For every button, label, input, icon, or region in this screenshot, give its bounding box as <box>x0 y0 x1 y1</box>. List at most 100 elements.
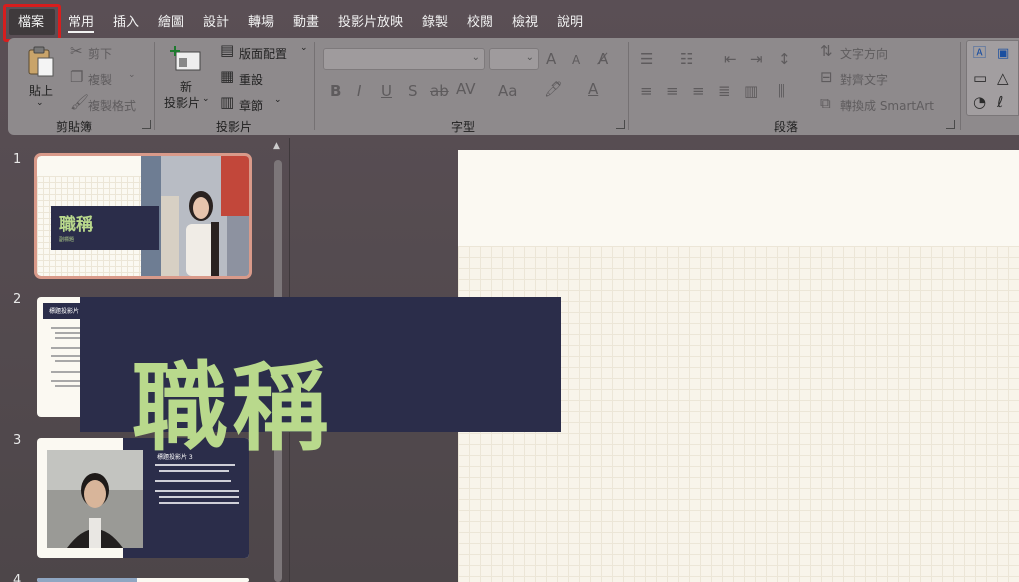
copy-label: 複製 <box>88 73 113 87</box>
bullet-text-line <box>155 490 239 492</box>
font-launcher-icon[interactable] <box>616 120 625 129</box>
tab-review[interactable]: 校閱 <box>467 11 493 30</box>
clear-format-icon[interactable]: A̸ <box>598 52 608 67</box>
font-name-combo[interactable]: ⌄ <box>323 48 485 70</box>
chevron-down-icon: ⌄ <box>471 52 480 63</box>
group-divider <box>314 42 315 130</box>
increase-indent-icon[interactable]: ⇥ <box>750 52 763 67</box>
layout-button[interactable]: ▤ 版面配置 ⌄ <box>220 42 310 62</box>
new-slide-label-line1: 新 <box>180 80 193 94</box>
slide-thumbnail-4[interactable] <box>37 578 249 582</box>
tab-animations[interactable]: 動畫 <box>293 11 319 30</box>
new-slide-dropdown-icon[interactable]: ⌄ <box>202 94 210 104</box>
thumb-subtitle: 副標題 <box>59 237 75 243</box>
scroll-up-arrow-icon[interactable]: ▲ <box>273 141 280 151</box>
text-direction-button[interactable]: ⇅ 文字方向 <box>820 42 930 62</box>
columns-icon[interactable]: ⫼ <box>778 84 785 99</box>
slide-title[interactable]: 職稱 <box>132 330 332 469</box>
clipboard-launcher-icon[interactable] <box>142 120 151 129</box>
numbering-icon[interactable]: ☷ <box>680 52 693 67</box>
section-dropdown-icon: ⌄ <box>274 95 282 105</box>
group-divider <box>154 42 155 130</box>
layout-label: 版面配置 <box>239 47 288 61</box>
slides-group-label: 投影片 <box>216 120 253 134</box>
tab-insert[interactable]: 插入 <box>113 11 139 30</box>
align-left-icon[interactable]: ≡ <box>640 84 653 99</box>
smartart-label: 轉換成 SmartArt <box>840 99 934 113</box>
smartart-icon: ⧉ <box>820 94 831 112</box>
tab-home[interactable]: 常用 <box>68 11 95 33</box>
slide-number: 3 <box>13 433 22 448</box>
bullets-icon[interactable]: ☰ <box>640 52 653 67</box>
photo-strip <box>37 578 137 582</box>
distributed-icon[interactable]: ▥ <box>744 84 758 99</box>
font-color-button[interactable]: A <box>588 82 598 97</box>
cut-label: 剪下 <box>88 47 113 61</box>
tab-transitions[interactable]: 轉場 <box>248 11 274 30</box>
align-text-label: 對齊文字 <box>840 73 889 87</box>
copy-button[interactable]: ❐ 複製 ⌄ <box>68 68 148 88</box>
callout-icon[interactable]: ◔ <box>973 95 986 110</box>
tab-slideshow[interactable]: 投影片放映 <box>338 11 403 30</box>
new-slide-button[interactable]: 新 投影片 ⌄ <box>162 42 212 112</box>
paragraph-launcher-icon[interactable] <box>946 120 955 129</box>
paste-label: 貼上 <box>29 84 54 98</box>
slide-number: 1 <box>13 152 22 167</box>
freeform-icon[interactable]: ℓ <box>997 95 1003 110</box>
paragraph-group-label: 段落 <box>774 120 799 134</box>
paintbrush-icon: 🖌 <box>70 93 90 111</box>
shadow-button[interactable]: S <box>408 84 418 99</box>
tab-help[interactable]: 說明 <box>557 11 583 30</box>
smartart-button[interactable]: ⧉ 轉換成 SmartArt <box>820 94 960 114</box>
tab-draw[interactable]: 繪圖 <box>158 11 184 30</box>
textbox-icon[interactable]: 🄰 <box>973 47 986 60</box>
bold-button[interactable]: B <box>330 84 341 99</box>
group-divider <box>628 42 629 130</box>
align-text-icon: ⊟ <box>820 68 833 86</box>
scissors-icon: ✂ <box>70 42 83 60</box>
text-direction-icon: ⇅ <box>820 42 833 60</box>
strikethrough-button[interactable]: ab <box>430 84 449 99</box>
vertical-textbox-icon[interactable]: ▣ <box>997 47 1009 60</box>
copy-dropdown-icon[interactable]: ⌄ <box>128 70 136 80</box>
align-center-icon[interactable]: ≡ <box>666 84 679 99</box>
decrease-indent-icon[interactable]: ⇤ <box>724 52 737 67</box>
line-spacing-icon[interactable]: ↕ <box>778 52 791 67</box>
layout-dropdown-icon: ⌄ <box>300 43 308 53</box>
section-button[interactable]: ▥ 章節 ⌄ <box>220 94 310 114</box>
align-text-button[interactable]: ⊟ 對齊文字 <box>820 68 930 88</box>
justify-icon[interactable]: ≣ <box>718 84 731 99</box>
slide-thumbnail-1[interactable]: 職稱 副標題 <box>34 153 252 279</box>
font-size-combo[interactable]: ⌄ <box>489 48 539 70</box>
format-painter-label: 複製格式 <box>88 99 137 113</box>
shrink-font-icon[interactable]: A <box>572 54 580 66</box>
tab-view[interactable]: 檢視 <box>512 11 538 30</box>
char-spacing-button[interactable]: AV <box>456 82 476 97</box>
bullet-text-line <box>155 480 231 482</box>
reset-button[interactable]: ▦ 重設 <box>220 68 310 88</box>
underline-button[interactable]: U <box>381 84 392 99</box>
triangle-icon[interactable]: △ <box>997 71 1009 86</box>
cut-button[interactable]: ✂ 剪下 <box>68 42 148 62</box>
new-slide-label-line2: 投影片 <box>164 96 201 110</box>
reset-label: 重設 <box>239 73 264 87</box>
photo-man-portrait <box>47 450 143 548</box>
tab-record[interactable]: 錄製 <box>422 11 448 30</box>
tab-file[interactable]: 檔案 <box>18 11 44 30</box>
paste-button[interactable]: 貼上 ⌄ <box>20 44 60 112</box>
align-right-icon[interactable]: ≡ <box>692 84 705 99</box>
rounded-rectangle-icon[interactable]: ▭ <box>973 71 987 86</box>
highlighter-icon[interactable]: 🖊 <box>544 82 563 97</box>
copy-icon: ❐ <box>70 68 84 86</box>
section-icon: ▥ <box>220 93 235 111</box>
italic-button[interactable]: I <box>357 84 361 99</box>
format-painter-button[interactable]: 🖌 複製格式 <box>68 94 148 114</box>
reset-icon: ▦ <box>220 67 235 85</box>
tab-design[interactable]: 設計 <box>203 11 229 30</box>
group-divider <box>960 42 961 130</box>
paste-dropdown-icon[interactable]: ⌄ <box>36 98 44 108</box>
shapes-gallery[interactable]: 🄰 ▣ ▭ △ ◔ ℓ <box>966 40 1019 116</box>
grow-font-icon[interactable]: A <box>546 52 556 67</box>
section-label: 章節 <box>239 99 264 113</box>
change-case-button[interactable]: Aa <box>498 84 517 99</box>
